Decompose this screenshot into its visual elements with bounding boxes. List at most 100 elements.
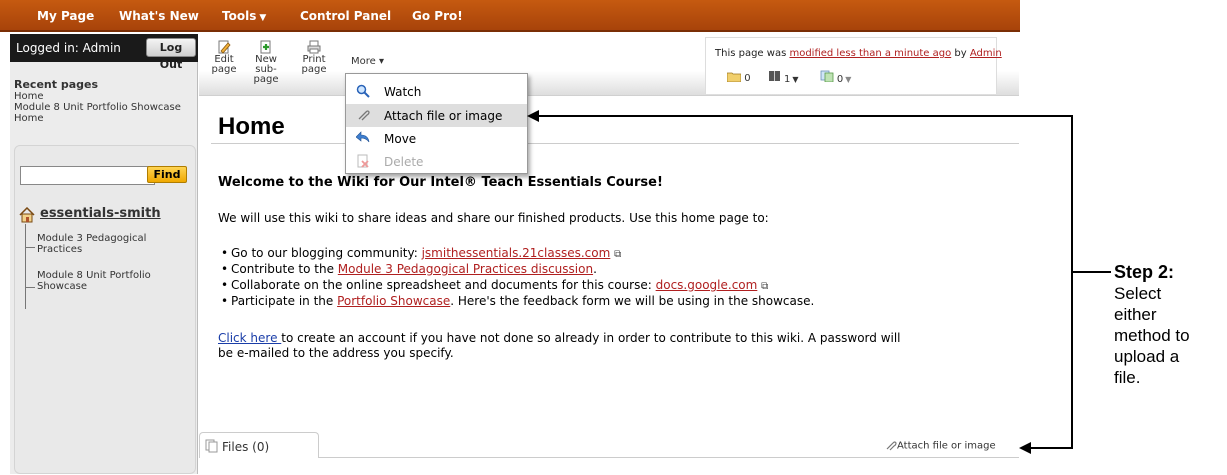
menu-label: Delete [384, 155, 424, 169]
files-divider [318, 457, 1019, 458]
blog-link[interactable]: jsmithessentials.21classes.com [422, 246, 611, 260]
book-stat[interactable]: 1 ▼ [768, 70, 801, 85]
nav-whats-new[interactable]: What's New [119, 9, 199, 23]
home-icon [19, 207, 35, 223]
tree-item-module-8[interactable]: Module 8 Unit Portfolio Showcase [37, 270, 187, 292]
step-line: file. [1114, 368, 1141, 387]
tree-branch [25, 287, 35, 288]
edit-label-2: page [211, 64, 237, 75]
logout-button[interactable]: Log Out [146, 38, 196, 71]
info-by: by [951, 48, 970, 59]
title-divider [211, 143, 1019, 144]
menu-item-watch[interactable]: Watch [346, 80, 527, 103]
nav-tools[interactable]: Tools ▼ [222, 9, 266, 23]
wiki-name-link[interactable]: essentials-smith [40, 206, 161, 221]
folder-stat[interactable]: 0 [726, 71, 753, 85]
page-stats: 0 1 ▼ 0 ▼ [726, 70, 855, 85]
magnifier-icon [356, 84, 370, 98]
info-prefix: This page was [715, 48, 790, 59]
pages-stat[interactable]: 0 ▼ [820, 70, 854, 85]
book-count: 1 [783, 73, 791, 85]
sidebar: Logged in: Admin Log Out Recent pages Ho… [10, 34, 198, 474]
step-line: either [1114, 305, 1157, 324]
docs-link[interactable]: docs.google.com [656, 278, 758, 292]
click-here-link[interactable]: Click here [218, 331, 281, 345]
paperclip-icon [358, 110, 370, 121]
delete-icon [357, 154, 369, 168]
edit-page-icon [218, 40, 231, 54]
intro-text: We will use this wiki to share ideas and… [218, 211, 769, 225]
author-link[interactable]: Admin [970, 48, 1002, 59]
printer-icon [307, 40, 321, 54]
print-page-button[interactable]: Print page [299, 40, 329, 75]
pages-count: 0 [836, 73, 844, 85]
page-modified-info: This page was modified less than a minut… [715, 48, 1002, 59]
tree-line [25, 224, 26, 309]
bullet-text: . Here's the feedback form we will be us… [450, 294, 815, 308]
list-item: Participate in the Portfolio Showcase. H… [221, 294, 815, 308]
step-annotation: Step 2: Select either method to upload a… [1114, 262, 1190, 388]
annotation-line-vertical [1071, 115, 1073, 449]
annotation-line-bottom [1029, 447, 1073, 449]
recent-page-link[interactable]: Home [14, 113, 198, 124]
external-link-icon: ⧉ [761, 281, 769, 292]
modified-link[interactable]: modified less than a minute ago [789, 48, 951, 59]
annotation-line-top [538, 115, 1073, 117]
menu-item-delete[interactable]: Delete [346, 150, 527, 173]
menu-item-move[interactable]: Move [346, 127, 527, 150]
find-button[interactable]: Find [147, 166, 187, 183]
menu-label: Attach file or image [384, 109, 503, 123]
attach-file-link-bottom[interactable]: Attach file or image [885, 440, 996, 452]
page-info-box [705, 37, 997, 94]
step-line: Select [1114, 284, 1162, 303]
menu-label: Move [384, 132, 417, 146]
external-link-icon: ⧉ [614, 249, 622, 260]
login-bar: Logged in: Admin Log Out [10, 34, 198, 71]
folder-icon [726, 72, 742, 82]
top-nav-bar: My Page What's New Tools ▼ Control Panel … [0, 0, 1020, 32]
more-dropdown-menu: Watch Attach file or image Move Delete [345, 73, 528, 174]
list-item: Collaborate on the online spreadsheet an… [221, 278, 769, 292]
recent-page-link[interactable]: Home [14, 91, 198, 102]
search-input[interactable] [20, 166, 155, 185]
logged-in-text: Logged in: Admin [16, 41, 121, 55]
step-line: upload a [1114, 347, 1180, 366]
chevron-down-icon: ▼ [845, 74, 852, 84]
files-tab[interactable]: Files (0) [199, 432, 319, 458]
new-subpage-button[interactable]: New sub-page [244, 40, 288, 85]
menu-label: Watch [384, 85, 422, 99]
page-title: Home [218, 113, 285, 140]
nav-tools-label: Tools [222, 9, 257, 23]
files-icon [205, 439, 218, 453]
annotation-arrow-bottom [1019, 442, 1031, 454]
portfolio-showcase-link[interactable]: Portfolio Showcase [337, 294, 450, 308]
recent-page-link[interactable]: Module 8 Unit Portfolio Showcase [14, 102, 198, 113]
more-menu-button[interactable]: More ▾ [351, 56, 384, 67]
menu-item-attach[interactable]: Attach file or image [346, 104, 527, 127]
print-label-2: page [301, 64, 327, 75]
annotation-arrow-top [527, 110, 539, 122]
nav-go-pro[interactable]: Go Pro! [412, 9, 463, 23]
list-item: Go to our blogging community: jsmithesse… [221, 246, 622, 260]
signup-text: to create an account if you have not don… [281, 331, 901, 345]
annotation-line-step [1073, 271, 1111, 273]
new-subpage-icon [260, 40, 271, 54]
list-item: Contribute to the Module 3 Pedagogical P… [221, 262, 597, 276]
paperclip-icon [886, 441, 897, 451]
bullet-text: . [593, 262, 597, 276]
edit-page-button[interactable]: Edit page [209, 40, 239, 75]
nav-my-page[interactable]: My Page [37, 9, 94, 23]
recent-pages-title: Recent pages [14, 78, 99, 91]
module-3-link[interactable]: Module 3 Pedagogical Practices discussio… [338, 262, 593, 276]
chevron-down-icon: ▼ [792, 74, 799, 84]
signup-text-line-1: Click here to create an account if you h… [218, 331, 901, 345]
tree-item-module-3[interactable]: Module 3 Pedagogical Practices [37, 233, 187, 255]
nav-control-panel[interactable]: Control Panel [300, 9, 391, 23]
signup-text-line-2: be e-mailed to the address you specify. [218, 346, 454, 360]
files-tab-label: Files (0) [222, 440, 270, 454]
new-label-2: sub-page [253, 64, 279, 85]
folder-count: 0 [744, 73, 751, 84]
bullet-text: Participate in the [231, 294, 338, 308]
move-arrow-icon [356, 131, 370, 143]
book-icon [768, 71, 780, 81]
